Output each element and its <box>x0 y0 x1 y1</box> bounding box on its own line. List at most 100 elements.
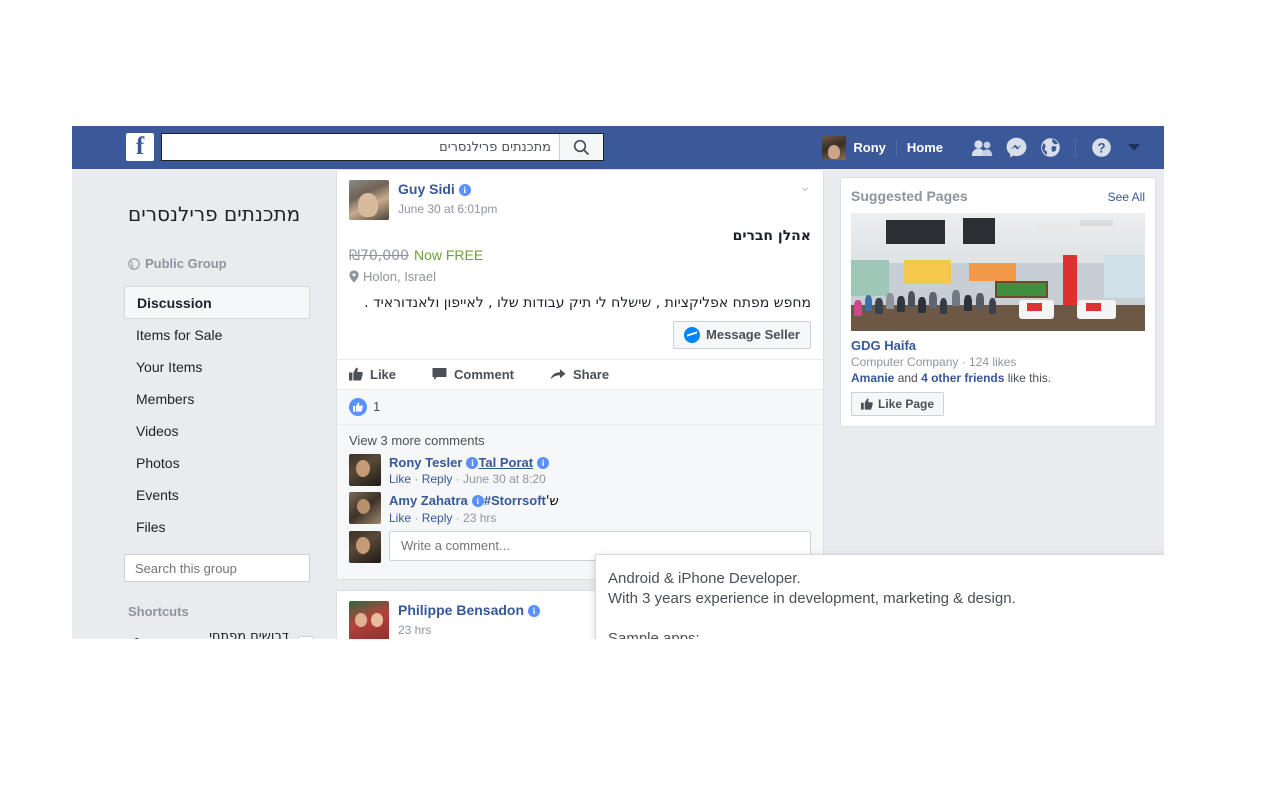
post-meta: Philippe Bensadon i 23 hrs <box>398 601 541 639</box>
sidebar-item-photos[interactable]: Photos <box>124 447 310 479</box>
comment-button[interactable]: Comment <box>432 367 514 382</box>
shortcuts-heading: Shortcuts <box>128 604 189 619</box>
bio-line-1: Android & iPhone Developer. <box>608 570 801 587</box>
post-meta: Guy Sidi i June 30 at 6:01pm <box>398 180 497 220</box>
share-button[interactable]: Share <box>550 367 609 382</box>
facebook-app-viewport: f Rony Home <box>72 126 1164 639</box>
sidebar-item-label: Events <box>136 487 179 503</box>
suggested-page-photo[interactable] <box>851 213 1145 331</box>
sidebar-item-label: Videos <box>136 423 179 439</box>
like-button[interactable]: Like <box>349 367 396 382</box>
search-icon <box>573 139 590 155</box>
avatar[interactable] <box>349 453 381 486</box>
comment-timestamp[interactable]: June 30 at 8:20 <box>463 472 546 486</box>
top-navigation-bar: f Rony Home <box>72 126 1164 169</box>
search-input[interactable] <box>162 134 559 160</box>
group-title: מתכנתים פרילנסרים <box>128 202 301 226</box>
post-card: Guy Sidi i June 30 at 6:01pm ⌄ אהלן חברים… <box>336 169 824 580</box>
sidebar-item-events[interactable]: Events <box>124 479 310 511</box>
other-friends-link[interactable]: 4 other friends <box>921 371 1004 385</box>
sidebar-item-label: Items for Sale <box>136 327 223 343</box>
sidebar-item-label: Members <box>136 391 195 407</box>
thumbs-up-filled-icon <box>349 397 367 416</box>
comment-like-link[interactable]: Like <box>389 511 411 525</box>
avatar[interactable] <box>349 600 389 639</box>
messenger-button[interactable] <box>1001 133 1031 163</box>
comment-line-authors: Amy Zahatra i #Storrsoft'ש <box>389 493 559 509</box>
comment-reply-link[interactable]: Reply <box>422 511 453 525</box>
avatar[interactable] <box>349 180 389 220</box>
messenger-icon <box>1006 137 1026 158</box>
info-badge-icon[interactable]: i <box>537 456 550 469</box>
account-caret-icon[interactable] <box>1128 144 1140 151</box>
home-link[interactable]: Home <box>907 140 943 155</box>
sidebar-item-discussion[interactable]: Discussion <box>124 286 310 319</box>
like-page-button[interactable]: Like Page <box>851 392 945 416</box>
shortcut-item-1[interactable]: 1 דרושים מפתחי אפליקציות 🎓 <box>124 629 314 639</box>
nav-divider <box>1075 137 1076 158</box>
suggested-page-name[interactable]: GDG Haifa <box>851 338 1145 353</box>
globe-icon <box>128 257 140 270</box>
sidebar-item-files[interactable]: Files <box>124 511 310 543</box>
sidebar-item-label: Files <box>136 519 166 535</box>
comment-timestamp[interactable]: 23 hrs <box>463 511 496 525</box>
sidebar-item-your-items[interactable]: Your Items <box>124 351 310 383</box>
info-badge-icon[interactable]: i <box>466 456 479 469</box>
post-author-link[interactable]: Philippe Bensadon <box>398 602 524 618</box>
like-label: Like <box>370 366 397 382</box>
shortcut-label: דרושים מפתחי אפליקציות <box>209 629 289 639</box>
comment-like-link[interactable]: Like <box>389 472 411 486</box>
info-badge-icon[interactable]: i <box>471 494 484 507</box>
group-search-box <box>124 554 313 582</box>
share-label: Share <box>572 366 610 382</box>
friend-requests-button[interactable] <box>967 133 997 163</box>
sidebar-item-label: Photos <box>136 455 180 471</box>
profile-name-link[interactable]: Rony <box>853 138 897 157</box>
sidebar-item-items-for-sale[interactable]: Items for Sale <box>124 319 310 351</box>
info-badge-icon[interactable]: i <box>458 184 471 196</box>
comment-bubble-icon <box>432 368 447 381</box>
comment-hashtag-link[interactable]: #Storrsoft <box>484 493 546 508</box>
chevron-down-icon[interactable]: ⌄ <box>799 178 811 195</box>
left-sidebar: מתכנתים פרילנסרים Public Group Discussio… <box>72 169 328 639</box>
avatar <box>349 530 381 563</box>
message-seller-row: Message Seller <box>337 313 823 359</box>
help-button[interactable]: ? <box>1086 133 1116 163</box>
comment-row: Rony Tesler i Tal Porat i Like · Reply · Ju… <box>349 453 811 486</box>
suggested-pages-header: Suggested Pages See All <box>851 188 1145 204</box>
group-search-input[interactable] <box>133 559 313 577</box>
suggested-page-category: Computer Company · 124 likes <box>851 355 1017 369</box>
avatar[interactable] <box>349 491 381 524</box>
comment-author-link[interactable]: Rony Tesler <box>389 455 462 470</box>
message-seller-button[interactable]: Message Seller <box>673 320 811 349</box>
post-timestamp[interactable]: 23 hrs <box>398 623 540 637</box>
like-summary: 1 <box>337 388 823 424</box>
profile-avatar[interactable] <box>822 135 847 160</box>
post-timestamp[interactable]: June 30 at 6:01pm <box>398 202 497 216</box>
sidebar-item-videos[interactable]: Videos <box>124 415 310 447</box>
see-all-link[interactable]: See All <box>1108 190 1145 204</box>
suggested-page-friends: Amanie and 4 other friends like this. <box>851 371 1145 385</box>
facebook-logo-icon[interactable]: f <box>126 133 154 161</box>
comment-input[interactable] <box>399 537 801 555</box>
message-seller-label: Message Seller <box>706 327 800 343</box>
listing-location: Holon, Israel <box>349 269 811 284</box>
friend-requests-icon <box>971 139 993 156</box>
friends-suffix-text: like this. <box>1004 371 1052 385</box>
notifications-button[interactable] <box>1035 133 1065 163</box>
comment-label: Comment <box>454 366 514 382</box>
search-button[interactable] <box>559 134 603 160</box>
comment-reply-link[interactable]: Reply <box>422 472 453 486</box>
comment-line-authors: Rony Tesler i Tal Porat i <box>389 455 550 470</box>
bio-line-2: With 3 years experience in development, … <box>608 590 1016 607</box>
comment-actions: Like · Reply · 23 hrs <box>389 510 497 525</box>
friend-name-link[interactable]: Amanie <box>851 371 894 385</box>
post-author-link[interactable]: Guy Sidi <box>398 181 455 197</box>
comment-author-link[interactable]: Amy Zahatra <box>389 493 468 508</box>
like-count[interactable]: 1 <box>373 399 380 414</box>
comment-tagged-user-link[interactable]: Tal Porat <box>478 455 533 470</box>
view-more-comments-link[interactable]: View 3 more comments <box>349 433 811 448</box>
sidebar-item-members[interactable]: Members <box>124 383 310 415</box>
info-badge-icon[interactable]: i <box>528 604 541 617</box>
global-search <box>161 133 604 161</box>
